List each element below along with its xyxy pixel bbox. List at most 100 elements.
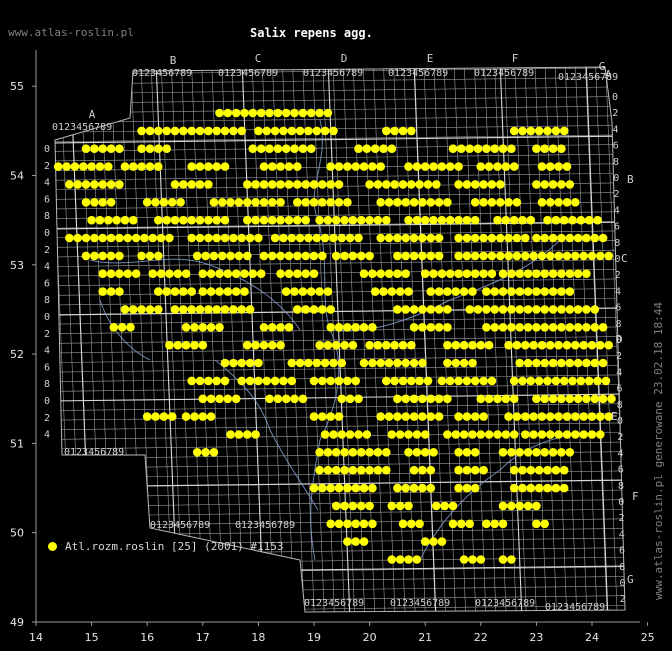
grid-digits: 0123456789 bbox=[150, 520, 210, 531]
occurrence-point bbox=[268, 251, 277, 261]
occurrence-point bbox=[276, 323, 285, 332]
occurrence-point bbox=[340, 340, 349, 350]
occurrence-point bbox=[401, 358, 411, 368]
occurrence-point bbox=[521, 412, 530, 421]
occurrence-point bbox=[479, 251, 488, 261]
grid-major-v bbox=[585, 67, 609, 612]
occurrence-point bbox=[543, 215, 552, 225]
grid-digits: 0123456789 bbox=[388, 68, 448, 79]
occurrence-point bbox=[529, 340, 538, 350]
grid-digit-left: 2 bbox=[44, 413, 50, 424]
occurrence-point bbox=[351, 537, 361, 546]
occurrence-point bbox=[457, 519, 466, 529]
occurrence-point bbox=[465, 519, 475, 529]
occurrence-point bbox=[306, 144, 316, 153]
occurrence-point bbox=[526, 376, 536, 386]
occurrence-point bbox=[548, 287, 558, 296]
occurrence-point bbox=[565, 287, 575, 296]
occurrence-point bbox=[515, 287, 524, 296]
occurrence-point bbox=[509, 430, 519, 439]
occurrence-point bbox=[368, 519, 377, 529]
occurrence-point bbox=[231, 394, 241, 404]
occurrence-point bbox=[434, 412, 444, 421]
occurrence-point bbox=[496, 180, 505, 189]
occurrence-point bbox=[370, 287, 380, 296]
occurrence-point bbox=[548, 305, 558, 314]
occurrence-point bbox=[493, 215, 502, 225]
grid-line-v bbox=[55, 67, 73, 612]
occurrence-point bbox=[412, 448, 422, 457]
occurrence-point bbox=[229, 305, 238, 314]
occurrence-point bbox=[498, 519, 508, 529]
grid-letter-right: F bbox=[632, 490, 639, 503]
occurrence-point bbox=[309, 305, 319, 314]
occurrence-point bbox=[412, 162, 422, 171]
occurrence-point bbox=[523, 269, 533, 279]
occurrence-point bbox=[268, 215, 277, 225]
occurrence-point bbox=[284, 162, 294, 171]
occurrence-point bbox=[340, 465, 349, 475]
grid-line-v bbox=[271, 67, 295, 612]
grid-digit-left: 6 bbox=[44, 362, 50, 373]
site-watermark[interactable]: www.atlas-roslin.pl bbox=[8, 26, 134, 39]
occurrence-point bbox=[140, 233, 149, 243]
occurrence-point bbox=[487, 269, 497, 279]
grid-line-v bbox=[221, 67, 244, 612]
grid-line-v bbox=[251, 67, 275, 612]
occurrence-point bbox=[426, 233, 436, 243]
occurrence-point bbox=[540, 144, 549, 153]
occurrence-point bbox=[387, 144, 397, 153]
grid-digit-right: 4 bbox=[619, 529, 625, 540]
grid-digits: 0123456789 bbox=[52, 122, 112, 133]
occurrence-point bbox=[476, 430, 486, 439]
occurrence-point bbox=[537, 430, 547, 439]
occurrence-point bbox=[554, 162, 563, 171]
grid-line-v bbox=[150, 67, 174, 612]
grid-digit-right: 6 bbox=[614, 222, 620, 233]
occurrence-point bbox=[557, 180, 566, 189]
occurrence-point bbox=[379, 287, 388, 296]
occurrence-point bbox=[368, 162, 377, 171]
occurrence-point bbox=[268, 198, 277, 207]
y-tick-label: 54 bbox=[10, 170, 24, 183]
occurrence-point bbox=[459, 358, 469, 368]
occurrence-point bbox=[167, 198, 177, 207]
occurrence-point bbox=[243, 251, 252, 261]
occurrence-point bbox=[484, 340, 494, 350]
occurrence-point bbox=[309, 412, 319, 421]
occurrence-point bbox=[223, 269, 233, 279]
occurrence-point bbox=[220, 305, 230, 314]
occurrence-point bbox=[415, 180, 424, 189]
occurrence-point bbox=[479, 198, 488, 207]
occurrence-point bbox=[445, 269, 455, 279]
occurrence-point bbox=[554, 251, 563, 261]
occurrence-point bbox=[443, 394, 452, 404]
occurrence-point bbox=[251, 215, 260, 225]
occurrence-point bbox=[162, 144, 171, 153]
occurrence-point bbox=[190, 323, 199, 332]
occurrence-point bbox=[304, 126, 313, 136]
occurrence-point bbox=[512, 198, 522, 207]
occurrence-point bbox=[145, 162, 155, 171]
occurrence-point bbox=[390, 126, 399, 136]
occurrence-point bbox=[309, 376, 319, 386]
occurrence-point bbox=[551, 376, 561, 386]
grid-line-v bbox=[423, 67, 446, 612]
occurrence-point bbox=[443, 305, 452, 314]
occurrence-point bbox=[521, 251, 530, 261]
occurrence-point bbox=[601, 376, 611, 386]
occurrence-point bbox=[509, 483, 519, 493]
occurrence-point bbox=[329, 430, 338, 439]
occurrence-point bbox=[532, 144, 541, 153]
occurrence-point bbox=[245, 358, 255, 368]
occurrence-point bbox=[195, 162, 205, 171]
occurrence-point bbox=[482, 323, 491, 332]
occurrence-point bbox=[568, 376, 577, 386]
occurrence-point bbox=[393, 251, 402, 261]
occurrence-point bbox=[540, 233, 549, 243]
occurrence-point bbox=[259, 180, 269, 189]
occurrence-point bbox=[62, 162, 71, 171]
occurrence-point bbox=[268, 323, 277, 332]
occurrence-point bbox=[312, 126, 322, 136]
occurrence-point bbox=[559, 483, 569, 493]
